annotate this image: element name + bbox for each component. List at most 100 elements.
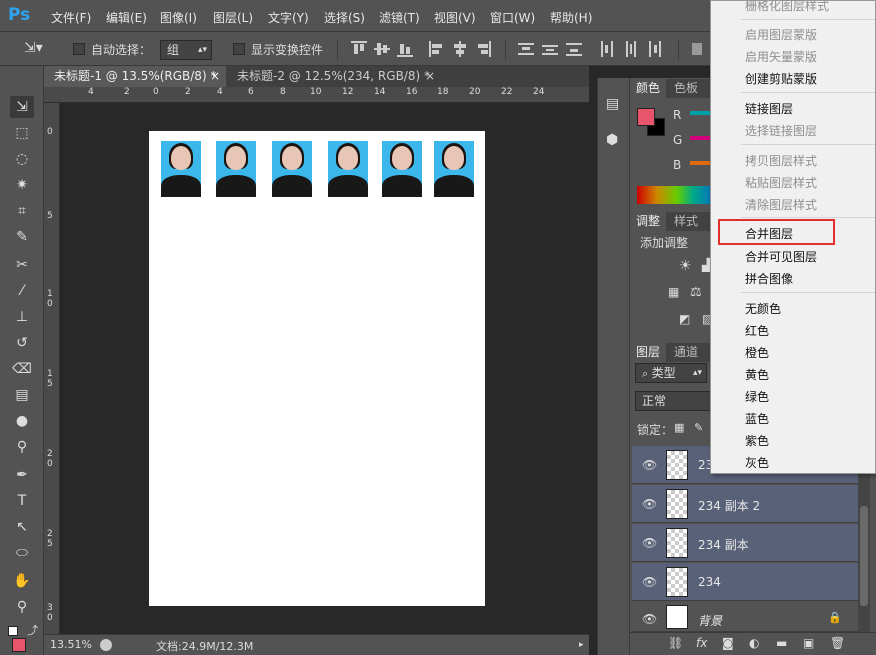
menu-layer[interactable]: 图层(L) (213, 9, 253, 26)
zoom-tool-icon[interactable]: ⚲ (10, 596, 34, 618)
tab-close-icon[interactable]: × (210, 66, 220, 87)
menu-item-red[interactable]: 红色 (745, 322, 769, 339)
move-tool-preset-icon[interactable]: ⇲▾ (24, 40, 43, 56)
menu-item-enable-layer-mask[interactable]: 启用图层蒙版 (745, 26, 817, 43)
blend-mode-dropdown[interactable]: 正常 (635, 391, 713, 411)
trash-icon[interactable]: 🗑 (830, 636, 845, 650)
tab-adjustments[interactable]: 调整 (630, 212, 667, 231)
mask-icon[interactable]: ◙ (722, 636, 734, 650)
visibility-eye-icon[interactable]: 👁 (642, 575, 657, 589)
menu-item-orange[interactable]: 橙色 (745, 344, 769, 361)
link-icon[interactable]: ⛓ (668, 636, 683, 650)
folder-icon[interactable]: ▬ (776, 636, 787, 650)
menu-item-create-clipping-mask[interactable]: 创建剪贴蒙版 (745, 70, 817, 87)
menu-file[interactable]: 文件(F) (51, 9, 91, 26)
tab-document-2[interactable]: 未标题-2 @ 12.5%(234, RGB/8) * × (227, 66, 439, 87)
menu-item-flatten-image[interactable]: 拼合图像 (745, 270, 793, 287)
auto-select-dropdown[interactable]: 组 ▴▾ (160, 40, 212, 60)
tab-close-icon[interactable]: × (425, 66, 435, 87)
show-transform-checkbox[interactable] (233, 43, 245, 55)
crop-tool-icon[interactable]: ⌗ (10, 200, 34, 222)
tab-layers[interactable]: 图层 (630, 343, 667, 362)
align-hcenter-icon[interactable] (452, 41, 468, 57)
magic-wand-tool-icon[interactable]: ✷ (10, 174, 34, 196)
new-layer-icon[interactable]: ▣ (803, 636, 814, 650)
eraser-tool-icon[interactable]: ⌫ (10, 358, 34, 380)
distribute-right-icon[interactable] (647, 41, 663, 57)
menu-item-clear-style[interactable]: 清除图层样式 (745, 196, 817, 213)
lock-pixels-icon[interactable]: ✎ (694, 421, 703, 434)
layer-row-background[interactable]: 👁 背景 🔒 (632, 602, 858, 632)
brush-tool-icon[interactable]: ⁄ (10, 280, 34, 302)
menu-item-enable-vector-mask[interactable]: 启用矢量蒙版 (745, 48, 817, 65)
hand-tool-icon[interactable]: ✋ (10, 570, 34, 592)
distribute-hcenter-icon[interactable] (623, 41, 639, 57)
document-canvas[interactable] (149, 131, 485, 606)
layer-row[interactable]: 👁 234 副本 2 (632, 485, 858, 523)
lasso-tool-icon[interactable]: ◌ (10, 148, 34, 170)
lock-transparency-icon[interactable]: ▦ (674, 421, 684, 434)
3d-panel-icon[interactable]: ⬢ (606, 132, 618, 148)
distribute-vcenter-icon[interactable] (542, 41, 558, 57)
menu-item-link-layers[interactable]: 链接图层 (745, 100, 793, 117)
color-balance-icon[interactable]: ⚖ (690, 285, 702, 300)
adjustment-icon[interactable]: ◐ (749, 636, 759, 650)
tab-channels[interactable]: 通道 (668, 343, 704, 362)
menu-item-copy-style[interactable]: 拷贝图层样式 (745, 152, 817, 169)
distribute-bottom-icon[interactable] (566, 41, 582, 57)
align-right-icon[interactable] (475, 41, 491, 57)
auto-align-icon[interactable] (690, 41, 706, 57)
align-vcenter-icon[interactable] (374, 41, 390, 57)
healing-brush-tool-icon[interactable]: ✂ (10, 254, 34, 276)
brightness-icon[interactable]: ☀ (679, 258, 692, 274)
foreground-color-swatch[interactable] (12, 638, 26, 652)
menu-select[interactable]: 选择(S) (324, 9, 365, 26)
swap-colors-icon[interactable]: ⤴ (27, 622, 38, 638)
path-selection-tool-icon[interactable]: ↖ (10, 516, 34, 538)
menu-view[interactable]: 视图(V) (434, 9, 476, 26)
menu-item-blue[interactable]: 蓝色 (745, 410, 769, 427)
menu-item-no-color[interactable]: 无颜色 (745, 300, 781, 317)
align-top-icon[interactable] (351, 41, 367, 57)
history-brush-tool-icon[interactable]: ↺ (10, 332, 34, 354)
move-tool-icon[interactable]: ⇲ (10, 96, 34, 118)
history-panel-icon[interactable]: ▤ (606, 96, 619, 112)
vibrance-icon[interactable]: ▦ (668, 285, 679, 299)
menu-item-violet[interactable]: 紫色 (745, 432, 769, 449)
ellipse-tool-icon[interactable]: ⬭ (10, 542, 34, 564)
menu-item-green[interactable]: 绿色 (745, 388, 769, 405)
visibility-eye-icon[interactable]: 👁 (642, 497, 657, 511)
marquee-tool-icon[interactable]: ⬚ (10, 122, 34, 144)
foreground-color-swatch[interactable] (637, 108, 655, 126)
menu-item-paste-style[interactable]: 粘贴图层样式 (745, 174, 817, 191)
gradient-tool-icon[interactable]: ▤ (10, 384, 34, 406)
dodge-tool-icon[interactable]: ⚲ (10, 436, 34, 458)
photo-filter-icon[interactable]: ◩ (679, 312, 690, 326)
clone-stamp-tool-icon[interactable]: ⊥ (10, 306, 34, 328)
menu-help[interactable]: 帮助(H) (550, 9, 592, 26)
align-bottom-icon[interactable] (397, 41, 413, 57)
align-left-icon[interactable] (429, 41, 445, 57)
visibility-eye-icon[interactable]: 👁 (642, 612, 657, 626)
pen-tool-icon[interactable]: ✒ (10, 464, 34, 486)
layer-row[interactable]: 👁 234 (632, 563, 858, 601)
fx-icon[interactable]: fx (696, 636, 707, 650)
distribute-top-icon[interactable] (518, 41, 534, 57)
tab-swatches[interactable]: 色板 (668, 79, 704, 98)
color-spectrum-bar[interactable] (637, 186, 717, 204)
distribute-left-icon[interactable] (599, 41, 615, 57)
menu-edit[interactable]: 编辑(E) (106, 9, 147, 26)
type-tool-icon[interactable]: T (10, 490, 34, 512)
layer-row[interactable]: 👁 234 副本 (632, 524, 858, 562)
menu-image[interactable]: 图像(I) (160, 9, 197, 26)
default-colors-icon[interactable] (8, 626, 18, 636)
menu-window[interactable]: 窗口(W) (490, 9, 535, 26)
menu-filter[interactable]: 滤镜(T) (379, 9, 420, 26)
tab-color[interactable]: 颜色 (630, 79, 667, 98)
auto-select-checkbox[interactable] (73, 43, 85, 55)
zoom-level[interactable]: 13.51% (50, 638, 92, 651)
menu-item-select-linked[interactable]: 选择链接图层 (745, 122, 817, 139)
blur-tool-icon[interactable]: ● (10, 410, 34, 432)
menu-type[interactable]: 文字(Y) (268, 9, 309, 26)
visibility-eye-icon[interactable]: 👁 (642, 458, 657, 472)
